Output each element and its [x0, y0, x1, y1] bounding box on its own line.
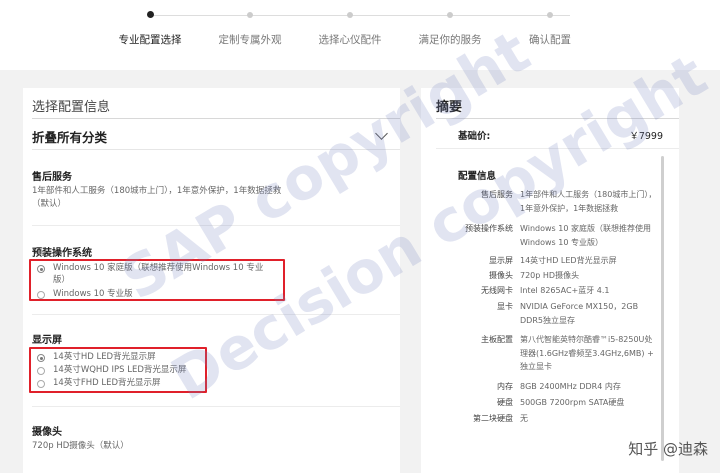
section-title-display[interactable]: 显示屏: [32, 331, 62, 346]
config-info-title: 配置信息: [458, 171, 497, 182]
summary-row-value: NVIDIA GeForce MX150，2GB DDR5独立显存: [520, 302, 639, 325]
step-connector: [150, 15, 570, 16]
highlight-box-display: [29, 347, 207, 393]
base-price-value: ￥7999: [629, 131, 663, 142]
base-price-label: 基础价:: [458, 131, 491, 142]
progress-steps: 专业配置选择 定制专属外观 选择心仪配件 满足你的服务 确认配置: [0, 0, 720, 70]
summary-panel: 摘要 基础价: ￥7999 配置信息 售后服务 1年部件和人工服务（180城市上…: [421, 88, 679, 473]
after-sales-default: 1年部件和人工服务（180城市上门），1年意外保护，1年数据拯救（默认）: [32, 186, 282, 209]
summary-row-value: 720p HD摄像头: [520, 271, 580, 280]
summary-row-value: Windows 10 家庭版（联想推荐使用Windows 10 专业版）: [520, 224, 651, 247]
step-dot: [247, 12, 253, 18]
step-dot: [547, 12, 553, 18]
divider: [32, 149, 400, 150]
panel-title: 选择配置信息: [32, 100, 111, 115]
step-label: 定制专属外观: [218, 34, 282, 46]
summary-row-key: 硬盘: [497, 398, 513, 407]
divider: [436, 148, 679, 149]
divider: [436, 118, 679, 119]
section-title-after-sales[interactable]: 售后服务: [32, 168, 72, 183]
divider: [32, 314, 400, 315]
config-options-panel: 选择配置信息 折叠所有分类 售后服务 1年部件和人工服务（180城市上门），1年…: [23, 88, 400, 473]
summary-title: 摘要: [436, 100, 463, 115]
highlight-box-os: [29, 259, 285, 301]
collapse-all-toggle[interactable]: 折叠所有分类: [32, 127, 107, 146]
summary-row-value: 500GB 7200rpm SATA硬盘: [520, 398, 625, 407]
summary-row-key: 显示屏: [489, 256, 513, 265]
section-title-os[interactable]: 预装操作系统: [32, 244, 92, 259]
summary-row-value: 14英寸HD LED背光显示屏: [520, 256, 617, 265]
step-label: 满足你的服务: [418, 34, 482, 46]
source-attribution: 知乎 @迪森: [628, 440, 708, 458]
divider: [32, 225, 400, 226]
summary-row-value: 第八代智能英特尔酷睿™i5-8250U处理器(1.6GHz睿频至3.4GHz,6…: [520, 335, 654, 372]
step-dot: [447, 12, 453, 18]
step-label: 选择心仪配件: [318, 34, 382, 46]
summary-row-key: 无线网卡: [481, 286, 513, 295]
divider: [32, 406, 400, 407]
summary-row-value: 1年部件和人工服务（180城市上门），1年意外保护，1年数据拯救: [520, 190, 657, 213]
summary-row-key: 主板配置: [481, 335, 513, 344]
step-label: 确认配置: [529, 34, 571, 46]
summary-row-key: 内存: [497, 382, 513, 391]
summary-row-key: 显卡: [497, 302, 513, 311]
summary-row-value: 8GB 2400MHz DDR4 内存: [520, 382, 621, 391]
step-label: 专业配置选择: [118, 34, 182, 46]
step-dot: [146, 11, 154, 18]
summary-row-key: 售后服务: [481, 190, 513, 199]
summary-row-value: Intel 8265AC+蓝牙 4.1: [520, 286, 610, 295]
summary-row-key: 第二块硬盘: [473, 414, 513, 423]
step-dot: [347, 12, 353, 18]
divider: [32, 118, 400, 119]
summary-row-key: 预装操作系统: [465, 224, 513, 233]
camera-default: 720p HD摄像头（默认）: [32, 441, 129, 451]
summary-row-value: 无: [520, 414, 528, 423]
section-title-camera[interactable]: 摄像头: [32, 423, 62, 438]
summary-row-key: 摄像头: [489, 271, 513, 280]
summary-scrollbar[interactable]: [661, 156, 664, 461]
chevron-down-icon[interactable]: [375, 127, 388, 140]
